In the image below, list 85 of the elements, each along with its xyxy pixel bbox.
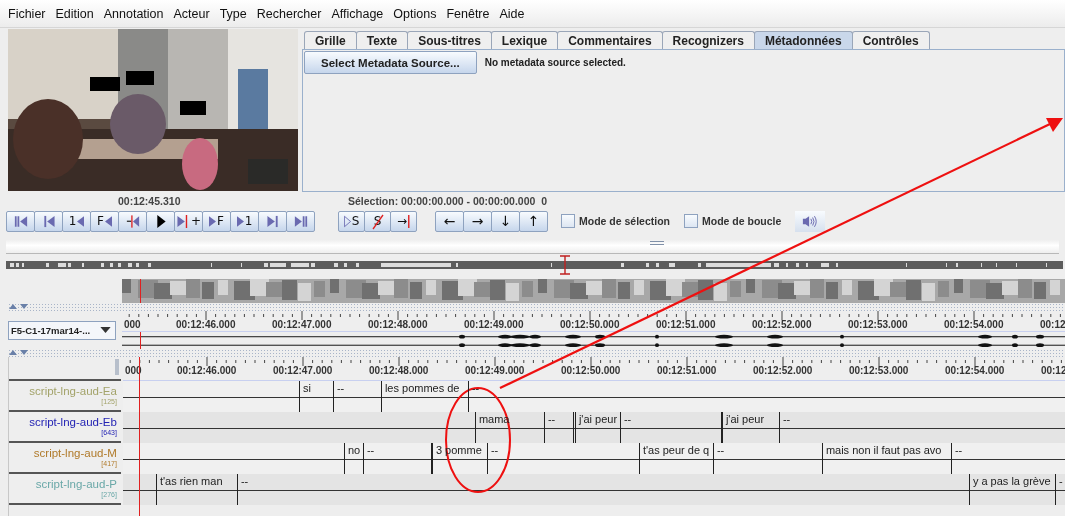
tab[interactable]: Métadonnées — [753, 31, 853, 49]
select-metadata-button[interactable]: Select Metadata Source... — [304, 51, 477, 74]
play-button[interactable] — [146, 210, 175, 232]
media-dropdown[interactable]: F5-C1-17mar14-... — [8, 320, 116, 340]
ruler-label: 00:12:50.000 — [560, 319, 620, 330]
ruler-label: 00:12:49.000 — [464, 365, 525, 376]
ruler-label: 00:12:48.000 — [368, 319, 428, 330]
ruler-label: 00:12:49.000 — [464, 319, 524, 330]
speaker-icon — [802, 214, 819, 228]
annotation[interactable]: y a pas la grève — [968, 474, 1056, 505]
annotation[interactable]: t'as rien man — [155, 474, 238, 505]
current-time: 00:12:45.310 — [118, 195, 181, 207]
menu-item[interactable]: Acteur — [169, 6, 216, 21]
tab[interactable]: Contrôles — [851, 31, 930, 49]
menu-item[interactable]: Type — [215, 6, 253, 21]
volume-button[interactable] — [795, 210, 826, 232]
ruler-label: 00:12 — [1040, 319, 1065, 330]
tab[interactable]: Lexique — [490, 31, 559, 49]
ruler-label: 00:12:50.000 — [560, 365, 621, 376]
triangle-bar-right-icon — [265, 214, 280, 228]
selection-start-button[interactable] — [118, 210, 147, 232]
ruler-label: 00:12:53.000 — [848, 365, 909, 376]
ruler-label: 00:12:48.000 — [368, 365, 429, 376]
step-forward-button[interactable]: 1 — [230, 210, 259, 232]
triangle-double-bar-right-icon — [293, 214, 308, 228]
arrow-button[interactable]: ↑ — [519, 210, 548, 232]
menu-item[interactable]: Rechercher — [252, 6, 328, 21]
go-to-start-button[interactable] — [6, 210, 35, 232]
triangle-right-icon — [209, 214, 217, 228]
arrow-button[interactable]: ← — [435, 210, 464, 232]
checkbox[interactable]: Mode de sélection — [561, 214, 671, 228]
checkbox[interactable]: Mode de boucle — [684, 214, 782, 228]
go-to-end-button[interactable] — [286, 210, 315, 232]
menu-item[interactable]: Edition — [51, 6, 100, 21]
ruler-label: 00:12:47.000 — [272, 319, 332, 330]
step-forward-button[interactable]: F — [202, 210, 231, 232]
play-selection-button[interactable]: S — [338, 210, 365, 232]
triangle-right-line-icon — [175, 214, 190, 228]
splitter-grip-icon — [650, 241, 664, 245]
ruler-label: 00:12:54.000 — [944, 319, 1004, 330]
menu-item[interactable]: Options — [389, 6, 443, 21]
tab[interactable]: Grille — [304, 31, 357, 49]
ruler-label: 00:12:47.000 — [272, 365, 333, 376]
go-to-selection-button[interactable]: → — [390, 210, 417, 232]
menu-item[interactable]: Fenêtre — [442, 6, 496, 21]
resize-grip-icon — [114, 359, 119, 375]
previous-scroll-button[interactable] — [34, 210, 63, 232]
ruler-label: 00:12:54.000 — [944, 365, 1005, 376]
metadata-status: No metadata source selected. — [484, 57, 626, 68]
ruler-label: 00:12:46.000 — [176, 319, 236, 330]
menu-item[interactable]: Annotation — [99, 6, 170, 21]
step-back-button[interactable]: 1 — [62, 210, 91, 232]
triangle-outline-icon — [343, 214, 351, 228]
ruler-label: 000 — [124, 319, 141, 330]
arrow-button[interactable]: ↓ — [491, 210, 520, 232]
selection-range: Sélection: 00:00:00.000 - 00:00:00.000 — [348, 195, 536, 207]
menu-item[interactable]: Affichage — [327, 6, 390, 21]
ruler-label: 00:12:52.000 — [752, 365, 813, 376]
ruler-label: 00:12:51.000 — [656, 365, 717, 376]
double-bar-triangle-left-icon — [13, 214, 28, 228]
step-back-button[interactable]: F — [90, 210, 119, 232]
menu-item[interactable]: Fichier — [4, 6, 52, 21]
bar-triangle-left-icon — [41, 214, 56, 228]
ruler-label: 00:12:51.000 — [656, 319, 716, 330]
splitter-arrows-icon — [8, 303, 30, 310]
triangle-left-icon — [77, 214, 85, 228]
vertical-line-icon — [408, 214, 411, 228]
dropdown-arrow-icon — [100, 327, 111, 333]
arrow-button[interactable]: → — [463, 210, 492, 232]
triangle-right-icon — [236, 214, 244, 228]
next-scroll-button[interactable] — [258, 210, 287, 232]
splitter-arrows-icon — [8, 349, 30, 356]
ruler-label: 00:12:46.000 — [176, 365, 237, 376]
bar-line-triangle-left-icon — [125, 214, 140, 228]
tab[interactable]: Recognizers — [661, 31, 755, 49]
selection-count: 0 — [541, 195, 548, 207]
tier-name[interactable]: script-lng-aud-Eb — [29, 416, 117, 429]
ruler-label: 00:12:53.000 — [848, 319, 908, 330]
selection-end-button[interactable]: + — [174, 210, 203, 232]
menu-item[interactable]: Aide — [495, 6, 531, 21]
annotation[interactable]: - — [1054, 474, 1065, 505]
annotation[interactable]: -- — [236, 474, 970, 505]
ruler-label: 00:12:52.000 — [752, 319, 812, 330]
cursor-marker-icon — [559, 255, 571, 275]
triangle-left-icon — [104, 214, 112, 228]
